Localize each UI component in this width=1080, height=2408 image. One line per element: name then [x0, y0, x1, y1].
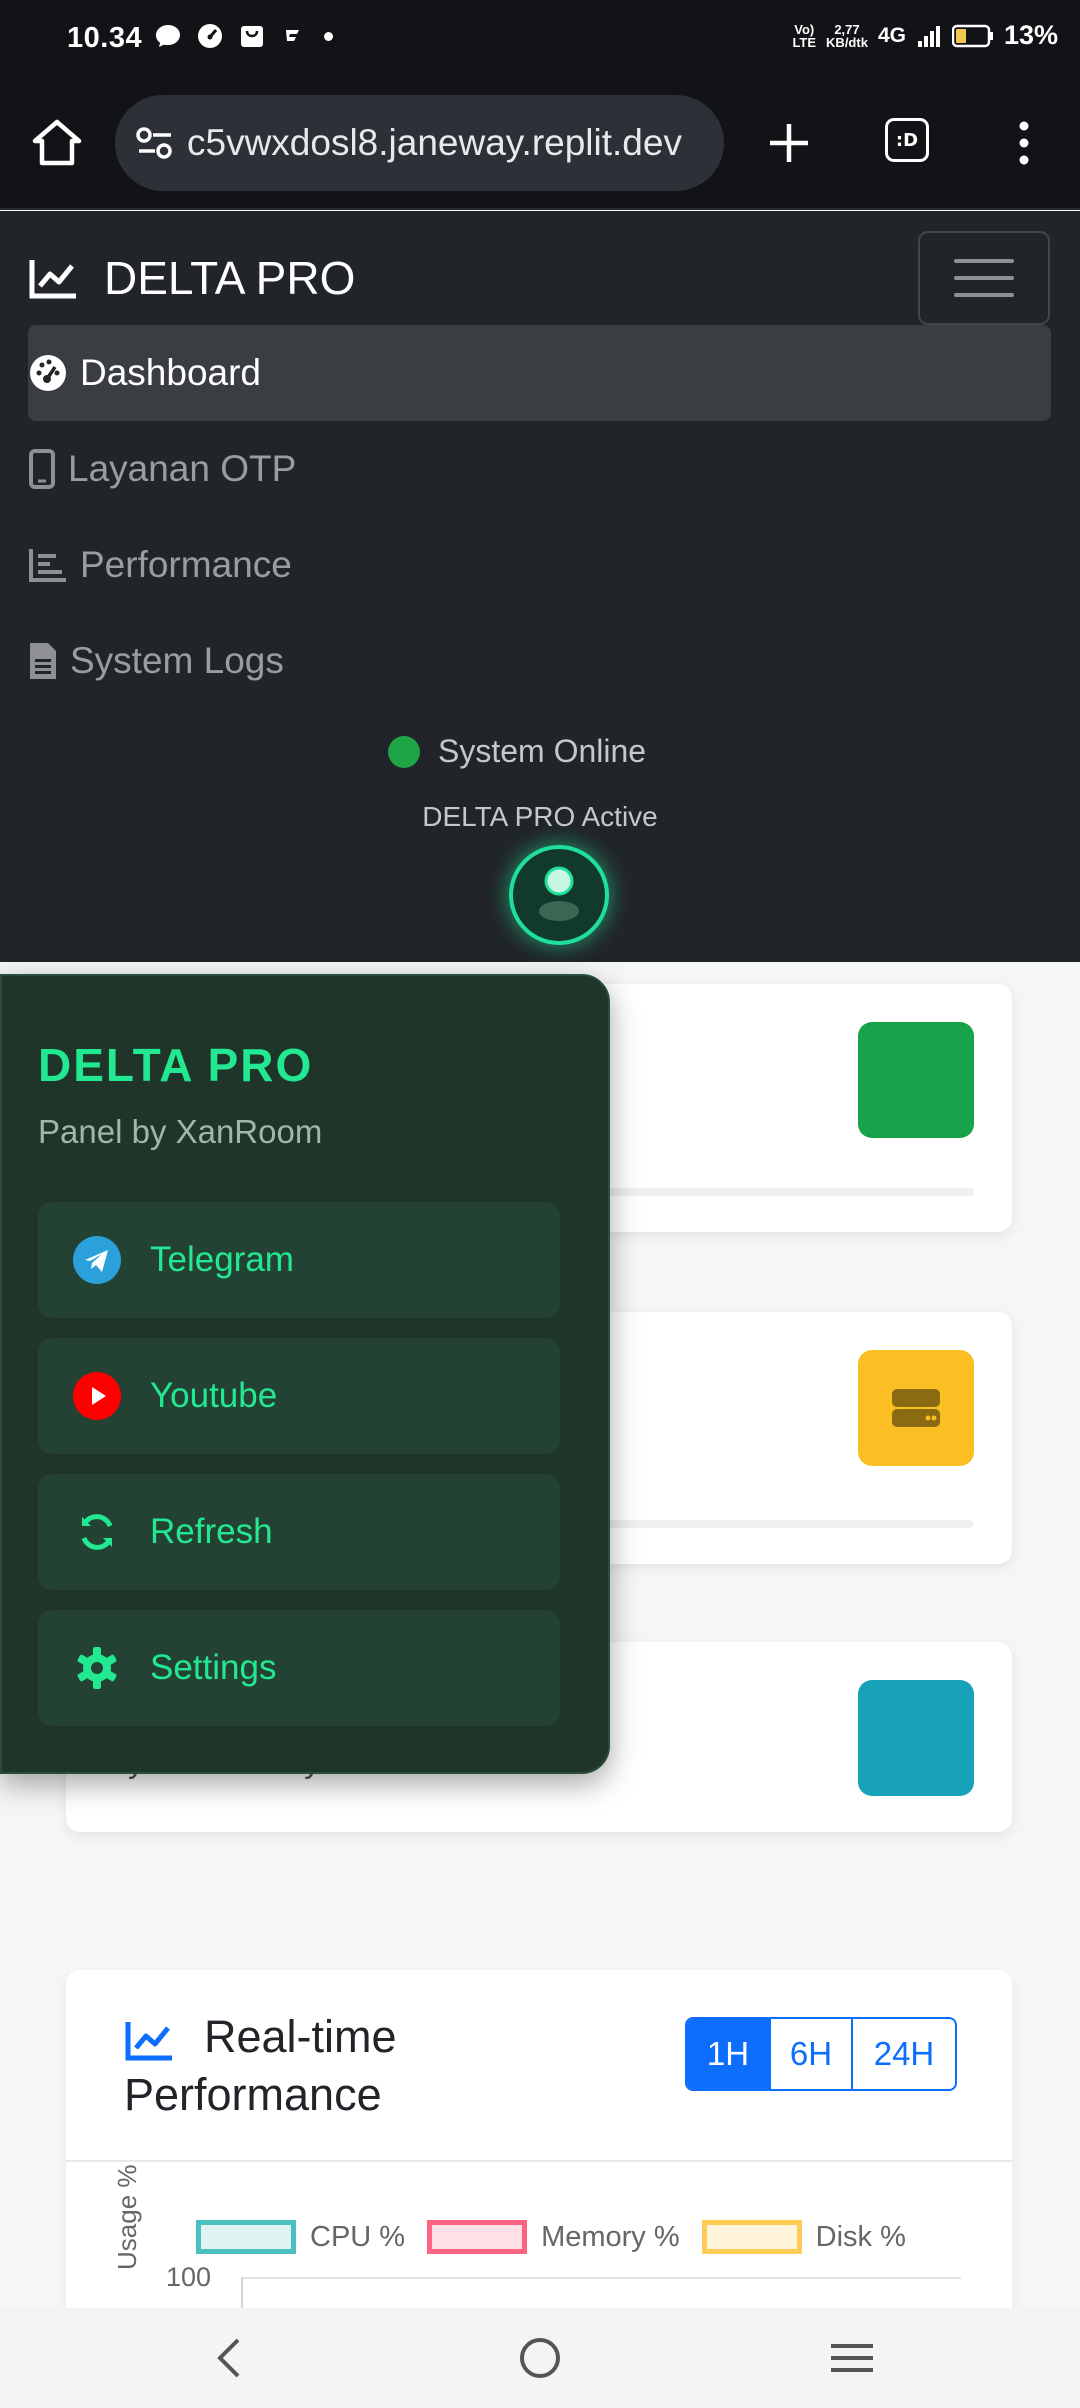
legend-swatch-disk: [701, 2220, 802, 2254]
bar-chart-icon: [29, 549, 66, 582]
refresh-icon: [81, 1514, 113, 1550]
battery-percent: 13%: [1003, 20, 1058, 50]
nav-item-performance[interactable]: Performance: [28, 517, 1051, 613]
gear-icon: [77, 1647, 117, 1689]
app-notification-icon: [286, 30, 299, 41]
brand-name: DELTA PRO: [104, 252, 356, 304]
legend-label-cpu: CPU %: [310, 2220, 406, 2253]
telegram-button[interactable]: Telegram: [38, 1202, 560, 1318]
nav-item-dashboard[interactable]: Dashboard: [28, 325, 1051, 421]
online-indicator: [388, 735, 420, 768]
status-bar: 10.34 Vo) LTE 2,77 KB/dtk 4G 13%: [0, 0, 1080, 78]
range-6h-button[interactable]: 6H: [769, 2019, 851, 2089]
refresh-button[interactable]: Refresh: [38, 1474, 560, 1590]
hamburger-line: [954, 293, 1014, 297]
nav-label: Performance: [80, 544, 292, 585]
nav-label: Dashboard: [80, 352, 262, 393]
time-range-selector: 1H 6H 24H: [685, 2017, 957, 2091]
clock: 10.34: [67, 22, 143, 54]
refresh-label: Refresh: [150, 1512, 273, 1551]
nav-list: Dashboard Layanan OTP Performance System…: [28, 325, 1051, 709]
tachometer-icon: [30, 355, 66, 391]
more-menu-icon[interactable]: [1012, 116, 1036, 170]
notification-icons: [154, 22, 333, 50]
network-type: 4G: [877, 23, 906, 47]
navbar-toggler-button[interactable]: [918, 231, 1050, 325]
home-circle-icon[interactable]: [518, 2336, 562, 2380]
floating-menu-panel: DELTA PRO Panel by XanRoom Telegram Yout…: [0, 974, 610, 1774]
panel-subtitle: Panel by XanRoom: [38, 1113, 323, 1150]
panel-title: DELTA PRO: [38, 1039, 314, 1091]
shopping-bag-icon: [241, 26, 263, 47]
chat-notification-icon: [156, 25, 180, 47]
range-24h-button[interactable]: 24H: [851, 2019, 955, 2089]
telegram-label: Telegram: [150, 1240, 294, 1279]
chart-line-icon: [29, 260, 76, 299]
address-bar[interactable]: c5vwxdosl8.janeway.replit.dev: [115, 95, 724, 191]
browser-toolbar: c5vwxdosl8.janeway.replit.dev :D: [0, 78, 1080, 210]
range-1h-button[interactable]: 1H: [687, 2019, 769, 2089]
file-text-icon: [30, 643, 56, 679]
url-text[interactable]: c5vwxdosl8.janeway.replit.dev: [187, 95, 709, 191]
legend-label-memory: Memory %: [541, 2220, 680, 2253]
card-divider: [66, 2160, 1012, 2162]
user-icon: [539, 866, 579, 921]
new-tab-icon[interactable]: [764, 116, 814, 170]
active-label: DELTA PRO Active: [422, 801, 658, 832]
system-indicators: Vo) LTE 2,77 KB/dtk 4G 13%: [792, 20, 1058, 51]
hamburger-line: [954, 259, 1014, 263]
speedometer-icon: [198, 24, 222, 48]
chart-line-icon: [125, 2022, 172, 2061]
nav-item-layanan-otp[interactable]: Layanan OTP: [28, 421, 1051, 517]
system-status: System Online: [388, 733, 646, 770]
home-icon[interactable]: [30, 116, 84, 170]
title-line-1: Real-time: [204, 2011, 397, 2062]
title-line-2: Performance: [124, 2069, 382, 2120]
stat-icon-box: [858, 1350, 974, 1466]
chart-gridline: [241, 2277, 961, 2279]
y-tick-label: 100: [166, 2262, 212, 2292]
navbar-brand[interactable]: DELTA PRO: [28, 251, 355, 305]
legend-swatch-memory: [427, 2220, 528, 2254]
system-navigation-bar: [0, 2308, 1080, 2408]
youtube-icon: [73, 1372, 121, 1420]
youtube-button[interactable]: Youtube: [38, 1338, 560, 1454]
performance-title: Real-time Performance: [124, 2008, 544, 2124]
battery-icon: [951, 24, 993, 47]
more-notifications-dot: [324, 31, 333, 41]
nav-item-system-logs[interactable]: System Logs: [28, 613, 1051, 709]
tab-switcher-button[interactable]: :D: [885, 118, 929, 162]
system-status-text: System Online: [438, 733, 647, 769]
y-axis-label: Usage %: [112, 2164, 142, 2271]
legend-label-disk: Disk %: [815, 2220, 906, 2253]
settings-label: Settings: [150, 1648, 277, 1687]
mobile-phone-icon: [29, 449, 55, 489]
youtube-label: Youtube: [150, 1376, 278, 1415]
nav-label: Layanan OTP: [68, 448, 297, 489]
network-speed: 2,77 KB/dtk: [826, 23, 868, 49]
signal-icon: [917, 25, 940, 47]
navbar: DELTA PRO Dashboard Layanan OTP Performa…: [0, 211, 1080, 962]
chart-legend: CPU % Memory % Disk %: [196, 2220, 906, 2254]
site-settings-icon[interactable]: [135, 125, 175, 161]
nav-label: System Logs: [70, 640, 284, 681]
stat-icon-box: [858, 1680, 974, 1796]
server-icon: [892, 1389, 940, 1427]
hamburger-line: [954, 276, 1014, 280]
avatar[interactable]: [509, 845, 609, 945]
back-icon[interactable]: [210, 2336, 250, 2380]
settings-button[interactable]: Settings: [38, 1610, 560, 1726]
stat-icon-box: [858, 1022, 974, 1138]
volte-indicator: Vo) LTE: [792, 21, 817, 50]
legend-swatch-cpu: [196, 2220, 296, 2254]
recents-icon[interactable]: [829, 2336, 875, 2380]
speed-unit: KB/dtk: [826, 34, 868, 50]
telegram-icon: [73, 1236, 121, 1284]
